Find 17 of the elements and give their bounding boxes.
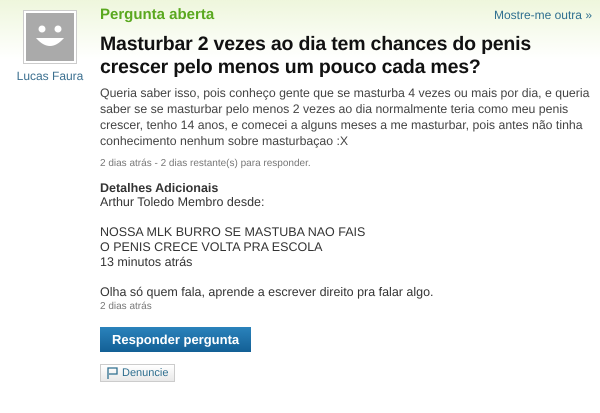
avatar-icon bbox=[23, 10, 77, 64]
question-meta: 2 dias atrás - 2 dias restante(s) para responder. bbox=[100, 158, 311, 169]
question-status: Pergunta aberta bbox=[100, 6, 214, 23]
details-heading: Detalhes Adicionais bbox=[100, 181, 218, 195]
details-line: NOSSA MLK BURRO SE MASTUBA NAO FAIS bbox=[100, 225, 366, 240]
answer-button[interactable]: Responder pergunta bbox=[100, 327, 252, 352]
details-line: 13 minutos atrás bbox=[100, 255, 194, 270]
question-title: Masturbar 2 vezes ao dia tem chances do penis crescer pelo menos um pouco cada mes? bbox=[100, 33, 532, 79]
flag-icon bbox=[107, 367, 118, 379]
report-button[interactable]: Denuncie bbox=[100, 364, 176, 382]
next-question-link[interactable]: Mostre-me outra » bbox=[494, 8, 592, 22]
details-line: Olha só quem fala, aprende a escrever direito pra falar algo. bbox=[100, 285, 434, 300]
details-line: O PENIS CRECE VOLTA PRA ESCOLA bbox=[100, 240, 324, 255]
details-line: Arthur Toledo Membro desde: bbox=[100, 195, 264, 210]
question-body: Queria saber isso, pois conheço gente que se masturba 4 vezes ou mais por dia, e queria saber se se masturbar pelo menos 2 vezes ao dia normalmente teria como meu penis crescer, tenho 14 anos, e comecei a alguns meses a me masturbar, pois antes não tinha conhecimento nenhum sobre masturbaçao :X bbox=[100, 85, 590, 149]
asker-name[interactable]: Lucas Faura bbox=[16, 69, 84, 83]
timestamp: 2 dias atrás bbox=[100, 300, 153, 313]
